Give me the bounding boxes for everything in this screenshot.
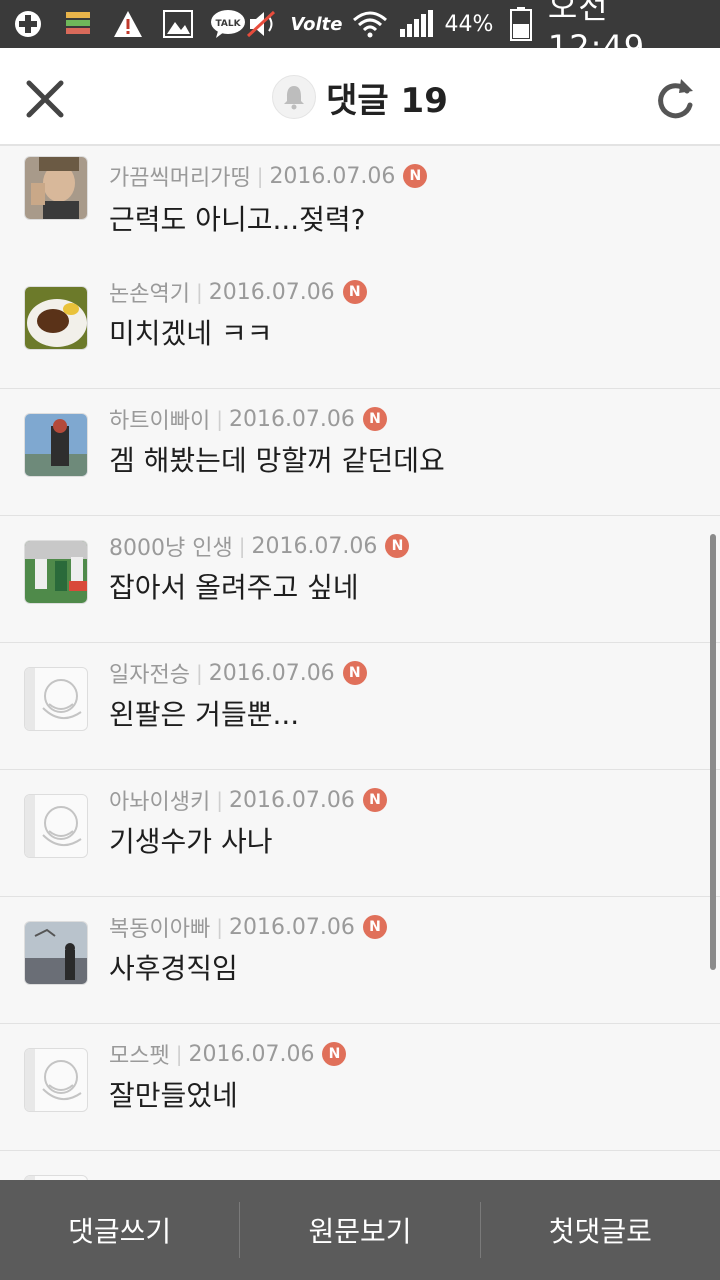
list-item[interactable]: 일자전승 | 2016.07.06 N 왼팔은 거들뿐...: [0, 643, 720, 770]
comment-author[interactable]: 복동이아빠: [109, 911, 210, 943]
write-comment-button[interactable]: 댓글쓰기: [0, 1180, 239, 1280]
avatar: [24, 286, 88, 350]
list-item[interactable]: 복동이아빠 | 2016.07.06 N 사후경직임: [0, 897, 720, 1024]
new-badge: N: [342, 661, 367, 685]
new-badge: N: [403, 164, 428, 188]
comment-date: 2016.07.06: [251, 533, 378, 559]
comment-date: 2016.07.06: [208, 660, 335, 686]
new-badge: N: [342, 280, 367, 304]
avatar: [24, 1048, 88, 1112]
new-badge: N: [362, 407, 387, 431]
first-comment-button[interactable]: 첫댓글로: [481, 1180, 720, 1280]
signal-icon: [398, 9, 434, 39]
warning-icon: [110, 9, 146, 39]
avatar: [24, 667, 88, 731]
comment-author[interactable]: 가끔씩머리가띵: [109, 160, 251, 192]
comments-header: 댓글 19: [0, 48, 720, 146]
comment-author[interactable]: 모스펫: [109, 1038, 170, 1070]
comment-author[interactable]: 일자전승: [109, 657, 190, 689]
comment-date: 2016.07.06: [269, 163, 396, 189]
comment-author[interactable]: 논손역기: [109, 276, 190, 308]
new-badge: N: [385, 534, 410, 558]
list-item[interactable]: 논손역기 | 2016.07.06 N 미치겠네 ㅋㅋ: [0, 262, 720, 389]
comment-text: 잘만들었네: [109, 1079, 238, 1112]
stack-icon: [60, 9, 96, 39]
avatar: [24, 794, 88, 858]
comment-author[interactable]: 8000냥 인생: [109, 530, 233, 562]
default-avatar-icon: [25, 795, 87, 857]
comment-date: 2016.07.06: [228, 787, 355, 813]
new-badge: N: [322, 1042, 347, 1066]
meta-divider: |: [238, 534, 246, 558]
image-icon: [160, 9, 196, 39]
wifi-icon: [352, 9, 388, 39]
default-avatar-icon: [25, 1049, 87, 1111]
meta-divider: |: [195, 280, 203, 304]
plus-icon: [10, 9, 46, 39]
meta-divider: |: [256, 164, 264, 188]
comment-date: 2016.07.06: [208, 279, 335, 305]
comment-text: 잡아서 올려주고 싶네: [109, 571, 359, 604]
notification-bell-button[interactable]: [272, 75, 317, 119]
comment-date: 2016.07.06: [228, 406, 355, 432]
avatar: [24, 540, 88, 604]
battery-percent: 44%: [444, 11, 494, 37]
list-item[interactable]: 하트이빠이 | 2016.07.06 N 겜 해봤는데 망할꺼 같던데요: [0, 389, 720, 516]
comment-author[interactable]: 아놔이생키: [109, 784, 210, 816]
comment-text: 미치겠네 ㅋㅋ: [109, 317, 273, 350]
comment-date: 2016.07.06: [188, 1041, 315, 1067]
refresh-button[interactable]: [648, 72, 702, 126]
list-item[interactable]: 가끔씩머리가띵 | 2016.07.06 N 근력도 아니고...젖력?: [0, 146, 720, 271]
talk-icon: TALK: [210, 9, 246, 39]
comment-list[interactable]: 가끔씩머리가띵 | 2016.07.06 N 근력도 아니고...젖력? 논손역기 | 2…: [0, 146, 720, 1180]
comment-text: 겜 해봤는데 망할꺼 같던데요: [109, 444, 445, 477]
comment-text: 사후경직임: [109, 952, 238, 985]
mute-icon: [246, 9, 280, 39]
default-avatar-icon: [25, 668, 87, 730]
new-badge: N: [362, 915, 387, 939]
list-item[interactable]: 8000냥 인생 | 2016.07.06 N 잡아서 올려주고 싶네: [0, 516, 720, 643]
meta-divider: |: [216, 915, 223, 939]
avatar: [24, 156, 88, 220]
comment-text: 근력도 아니고...젖력?: [109, 203, 366, 236]
meta-divider: |: [216, 407, 223, 431]
page-title: 댓글 19: [326, 80, 448, 121]
refresh-icon: [658, 79, 693, 119]
talk-label: TALK: [215, 19, 241, 29]
list-item[interactable]: 모스펫 | 2016.07.06 N 잘만들었네: [0, 1024, 720, 1151]
bell-icon: [284, 86, 305, 110]
list-item[interactable]: [0, 1151, 720, 1180]
meta-divider: |: [216, 788, 223, 812]
comment-date: 2016.07.06: [228, 914, 355, 940]
meta-divider: |: [195, 661, 203, 685]
view-original-button[interactable]: 원문보기: [240, 1180, 479, 1280]
battery-icon: [503, 7, 537, 41]
list-item[interactable]: 아놔이생키 | 2016.07.06 N 기생수가 사나: [0, 770, 720, 897]
comment-text: 기생수가 사나: [109, 825, 273, 858]
comment-text: 왼팔은 거들뿐...: [109, 698, 300, 731]
meta-divider: |: [175, 1042, 183, 1066]
avatar: [24, 921, 88, 985]
new-badge: N: [362, 788, 387, 812]
volte-icon: Volte: [290, 13, 343, 35]
bottom-action-bar: 댓글쓰기 원문보기 첫댓글로: [0, 1180, 720, 1280]
scrollbar[interactable]: [710, 534, 716, 970]
comment-author[interactable]: 하트이빠이: [109, 403, 210, 435]
avatar: [24, 413, 88, 477]
status-bar: TALK Volte 44% 오전 12:49: [0, 0, 720, 66]
